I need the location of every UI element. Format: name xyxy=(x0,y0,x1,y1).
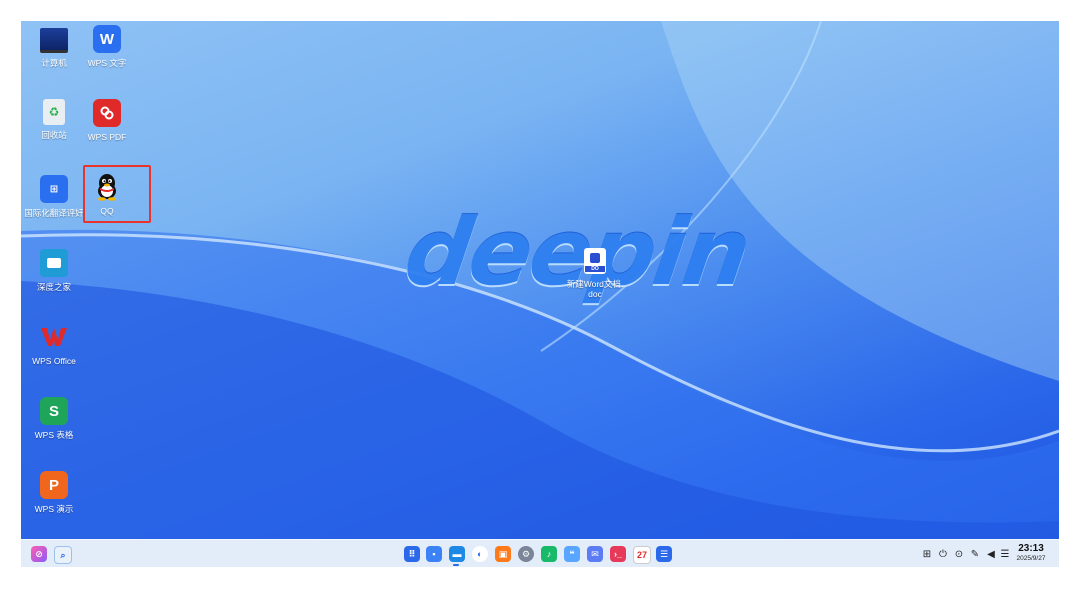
desktop-icon-label: WPS 表格 xyxy=(34,430,74,440)
active-app-indicator xyxy=(453,564,459,566)
wps-office-icon xyxy=(40,323,68,351)
desktop-icon-label: WPS 文字 xyxy=(87,58,127,68)
multitask-view-icon[interactable]: ⠿ xyxy=(404,546,420,562)
desktop-icon-label: WPS PDF xyxy=(87,132,127,142)
desktop-icon-wps-writer[interactable]: W WPS 文字 xyxy=(74,25,140,68)
clock-date[interactable]: 2025/9/27 xyxy=(1011,555,1051,562)
computer-icon xyxy=(40,28,68,53)
wps-pdf-icon xyxy=(93,99,121,127)
launcher-icon[interactable]: ⊘ xyxy=(31,546,47,562)
desktop-icon-wps-office[interactable]: WPS Office xyxy=(21,323,87,366)
trash-icon: ♻ xyxy=(43,99,65,125)
deepin-home-icon xyxy=(40,249,68,277)
file-manager-icon[interactable]: ▬ xyxy=(449,546,465,562)
search-icon[interactable]: ⌕ xyxy=(54,546,72,564)
notification-icon[interactable]: ⊙ xyxy=(953,548,965,560)
desktop-icon-label: WPS 演示 xyxy=(34,504,74,514)
desktop-icon-deepin-home[interactable]: 深度之家 xyxy=(21,249,87,292)
desktop-icon-label: 深度之家 xyxy=(36,282,71,292)
terminal-icon[interactable]: ›_ xyxy=(610,546,626,562)
music-icon[interactable]: ♪ xyxy=(541,546,557,562)
desktop-icon-label: 回收站 xyxy=(41,130,67,140)
desktop-icon-wps-pdf[interactable]: WPS PDF xyxy=(74,99,140,142)
browser-icon[interactable]: ◐ xyxy=(472,546,488,562)
desktop-icon-wps-presentation[interactable]: P WPS 演示 xyxy=(21,471,87,514)
word-document-icon: DO xyxy=(584,248,606,274)
pen-icon[interactable]: ✎ xyxy=(969,548,981,560)
desktop-icon-label: WPS Office xyxy=(32,356,76,366)
app-store-icon[interactable]: ▣ xyxy=(495,546,511,562)
desktop-icon-word-document[interactable]: DO 新建Word文档.doc xyxy=(562,248,628,299)
desktop-icon-wps-spreadsheet[interactable]: S WPS 表格 xyxy=(21,397,87,440)
notes-icon[interactable]: ❝ xyxy=(564,546,580,562)
wps-spreadsheet-icon: S xyxy=(40,397,68,425)
desktop-screen: deepin 计算机 ♻ 回收站 ⊞ 国际化翻译评奸 深度之家 WPS Offi… xyxy=(21,21,1059,567)
mail-icon[interactable]: ✉ xyxy=(587,546,603,562)
keyboard-icon[interactable]: ⊞ xyxy=(921,548,933,560)
desktop-icon-label: 新建Word文档.doc xyxy=(566,279,624,299)
contacts-icon[interactable]: ☰ xyxy=(656,546,672,562)
volume-icon[interactable]: ◀ xyxy=(985,548,997,560)
translator-icon: ⊞ xyxy=(40,175,68,203)
power-icon[interactable]: ⏻ xyxy=(937,548,949,560)
workspace-icon[interactable]: ▪ xyxy=(426,546,442,562)
wps-writer-icon: W xyxy=(93,25,121,53)
doc-badge: DO xyxy=(585,265,605,272)
desktop-icon-label: 计算机 xyxy=(41,58,67,68)
settings-icon[interactable]: ⚙ xyxy=(518,546,534,562)
wps-presentation-icon: P xyxy=(40,471,68,499)
clock-time[interactable]: 23:13 xyxy=(1011,543,1051,554)
taskbar: ⊘ ⌕ ⠿ ▪ ▬ ◐ ▣ ⚙ ♪ ❝ ✉ ›_ 27 ☰ ⊞ ⏻ ⊙ ✎ ◀ … xyxy=(21,539,1059,567)
calendar-icon[interactable]: 27 xyxy=(633,546,651,564)
network-icon[interactable]: ☰ xyxy=(999,548,1011,560)
selection-highlight xyxy=(83,165,151,223)
wallpaper: deepin xyxy=(21,21,1059,539)
